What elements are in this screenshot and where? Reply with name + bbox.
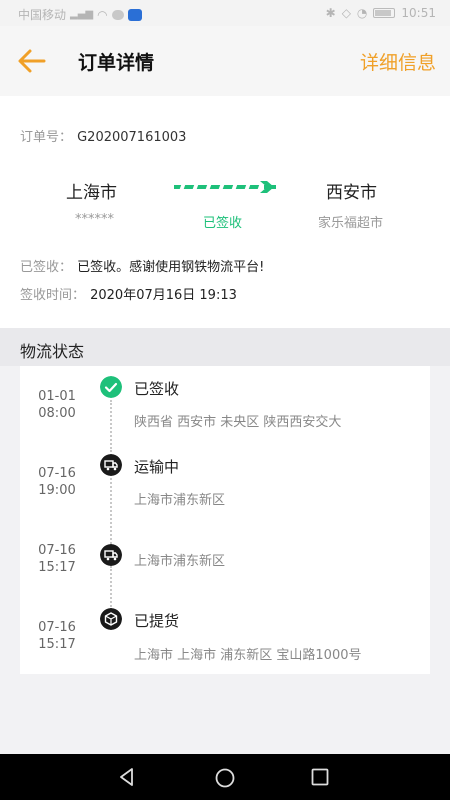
detail-info-link[interactable]: 详细信息 [360, 48, 436, 75]
system-nav-bar [0, 754, 450, 800]
route-progress-icon [174, 181, 276, 193]
carrier-label: 中国移动 [18, 8, 67, 22]
event-address: 上海市 上海市 浦东新区 宝山路1000号 [134, 648, 362, 663]
status-bar: 中国移动 ▂▄▆ ◠ ✱ ◇ ◔ 10:51 [0, 0, 450, 26]
event-time: 15:17 [38, 637, 76, 652]
event-date-time: 01-01 08:00 [20, 388, 94, 422]
event-time: 15:17 [38, 560, 76, 575]
message-icon [111, 9, 124, 20]
sign-text: 已签收。感谢使用钢铁物流平台! [77, 260, 265, 275]
event-date-time: 07-16 19:00 [20, 465, 94, 499]
origin-city: 上海市 [66, 183, 117, 203]
recents-nav-icon[interactable] [311, 768, 329, 786]
destination-detail: 家乐福超市 [318, 216, 384, 231]
event-address: 上海市浦东新区 [134, 554, 226, 569]
app-notification-icon [127, 8, 142, 21]
sign-row: 已签收： 已签收。感谢使用钢铁物流平台! [20, 256, 264, 275]
event-time: 19:00 [38, 483, 76, 498]
back-arrow-icon[interactable] [16, 46, 48, 76]
timeline-connector [110, 478, 112, 544]
event-date: 07-16 [38, 543, 76, 558]
event-date-time: 07-16 15:17 [20, 619, 94, 653]
check-circle-icon [100, 376, 122, 398]
origin-detail: ****** [75, 212, 114, 227]
event-status: 已签收 [134, 380, 180, 398]
truck-icon [100, 454, 122, 476]
wifi-icon: ◠ [97, 7, 108, 22]
truck-icon [100, 544, 122, 566]
event-date: 07-16 [38, 466, 76, 481]
order-info-card: 订单号： G202007161003 上海市 ****** 已签收 西安市 家乐… [0, 96, 450, 328]
logistics-section-header: 物流状态 [0, 328, 450, 366]
package-icon [100, 608, 122, 630]
app-header: 订单详情 详细信息 [0, 26, 450, 96]
sign-time-row: 签收时间： 2020年07月16日 19:13 [20, 284, 237, 303]
event-status: 已提货 [134, 612, 180, 630]
signal-icon: ▂▄▆ [70, 9, 94, 20]
logistics-timeline: 01-01 08:00 已签收 陕西省 西安市 未央区 陕西西安交大 07-16… [20, 366, 430, 674]
order-number-label: 订单号： [20, 130, 73, 145]
home-nav-icon[interactable] [214, 767, 236, 789]
destination-city: 西安市 [326, 183, 377, 203]
battery-icon [373, 8, 396, 18]
event-date-time: 07-16 15:17 [20, 542, 94, 576]
order-number: G202007161003 [77, 130, 187, 145]
timeline-connector [110, 566, 112, 610]
sign-time-label: 签收时间： [20, 288, 86, 303]
section-title: 物流状态 [20, 342, 85, 361]
page-title: 订单详情 [78, 52, 155, 74]
order-status: 已签收 [203, 216, 243, 231]
bluetooth-icon: ✱ [325, 6, 336, 20]
event-status: 运输中 [134, 458, 180, 476]
event-date: 07-16 [38, 620, 76, 635]
sign-time-value: 2020年07月16日 19:13 [90, 288, 237, 303]
timeline-connector [110, 400, 112, 452]
alarm-icon: ◔ [356, 6, 368, 20]
location-icon: ◇ [341, 6, 351, 20]
order-number-row: 订单号： G202007161003 [20, 126, 186, 145]
event-address: 上海市浦东新区 [134, 493, 226, 508]
event-time: 08:00 [38, 406, 76, 421]
back-nav-icon[interactable] [117, 767, 137, 787]
clock-time: 10:51 [401, 6, 436, 20]
sign-label: 已签收： [20, 260, 73, 275]
event-address: 陕西省 西安市 未央区 陕西西安交大 [134, 415, 342, 430]
event-date: 01-01 [38, 389, 76, 404]
